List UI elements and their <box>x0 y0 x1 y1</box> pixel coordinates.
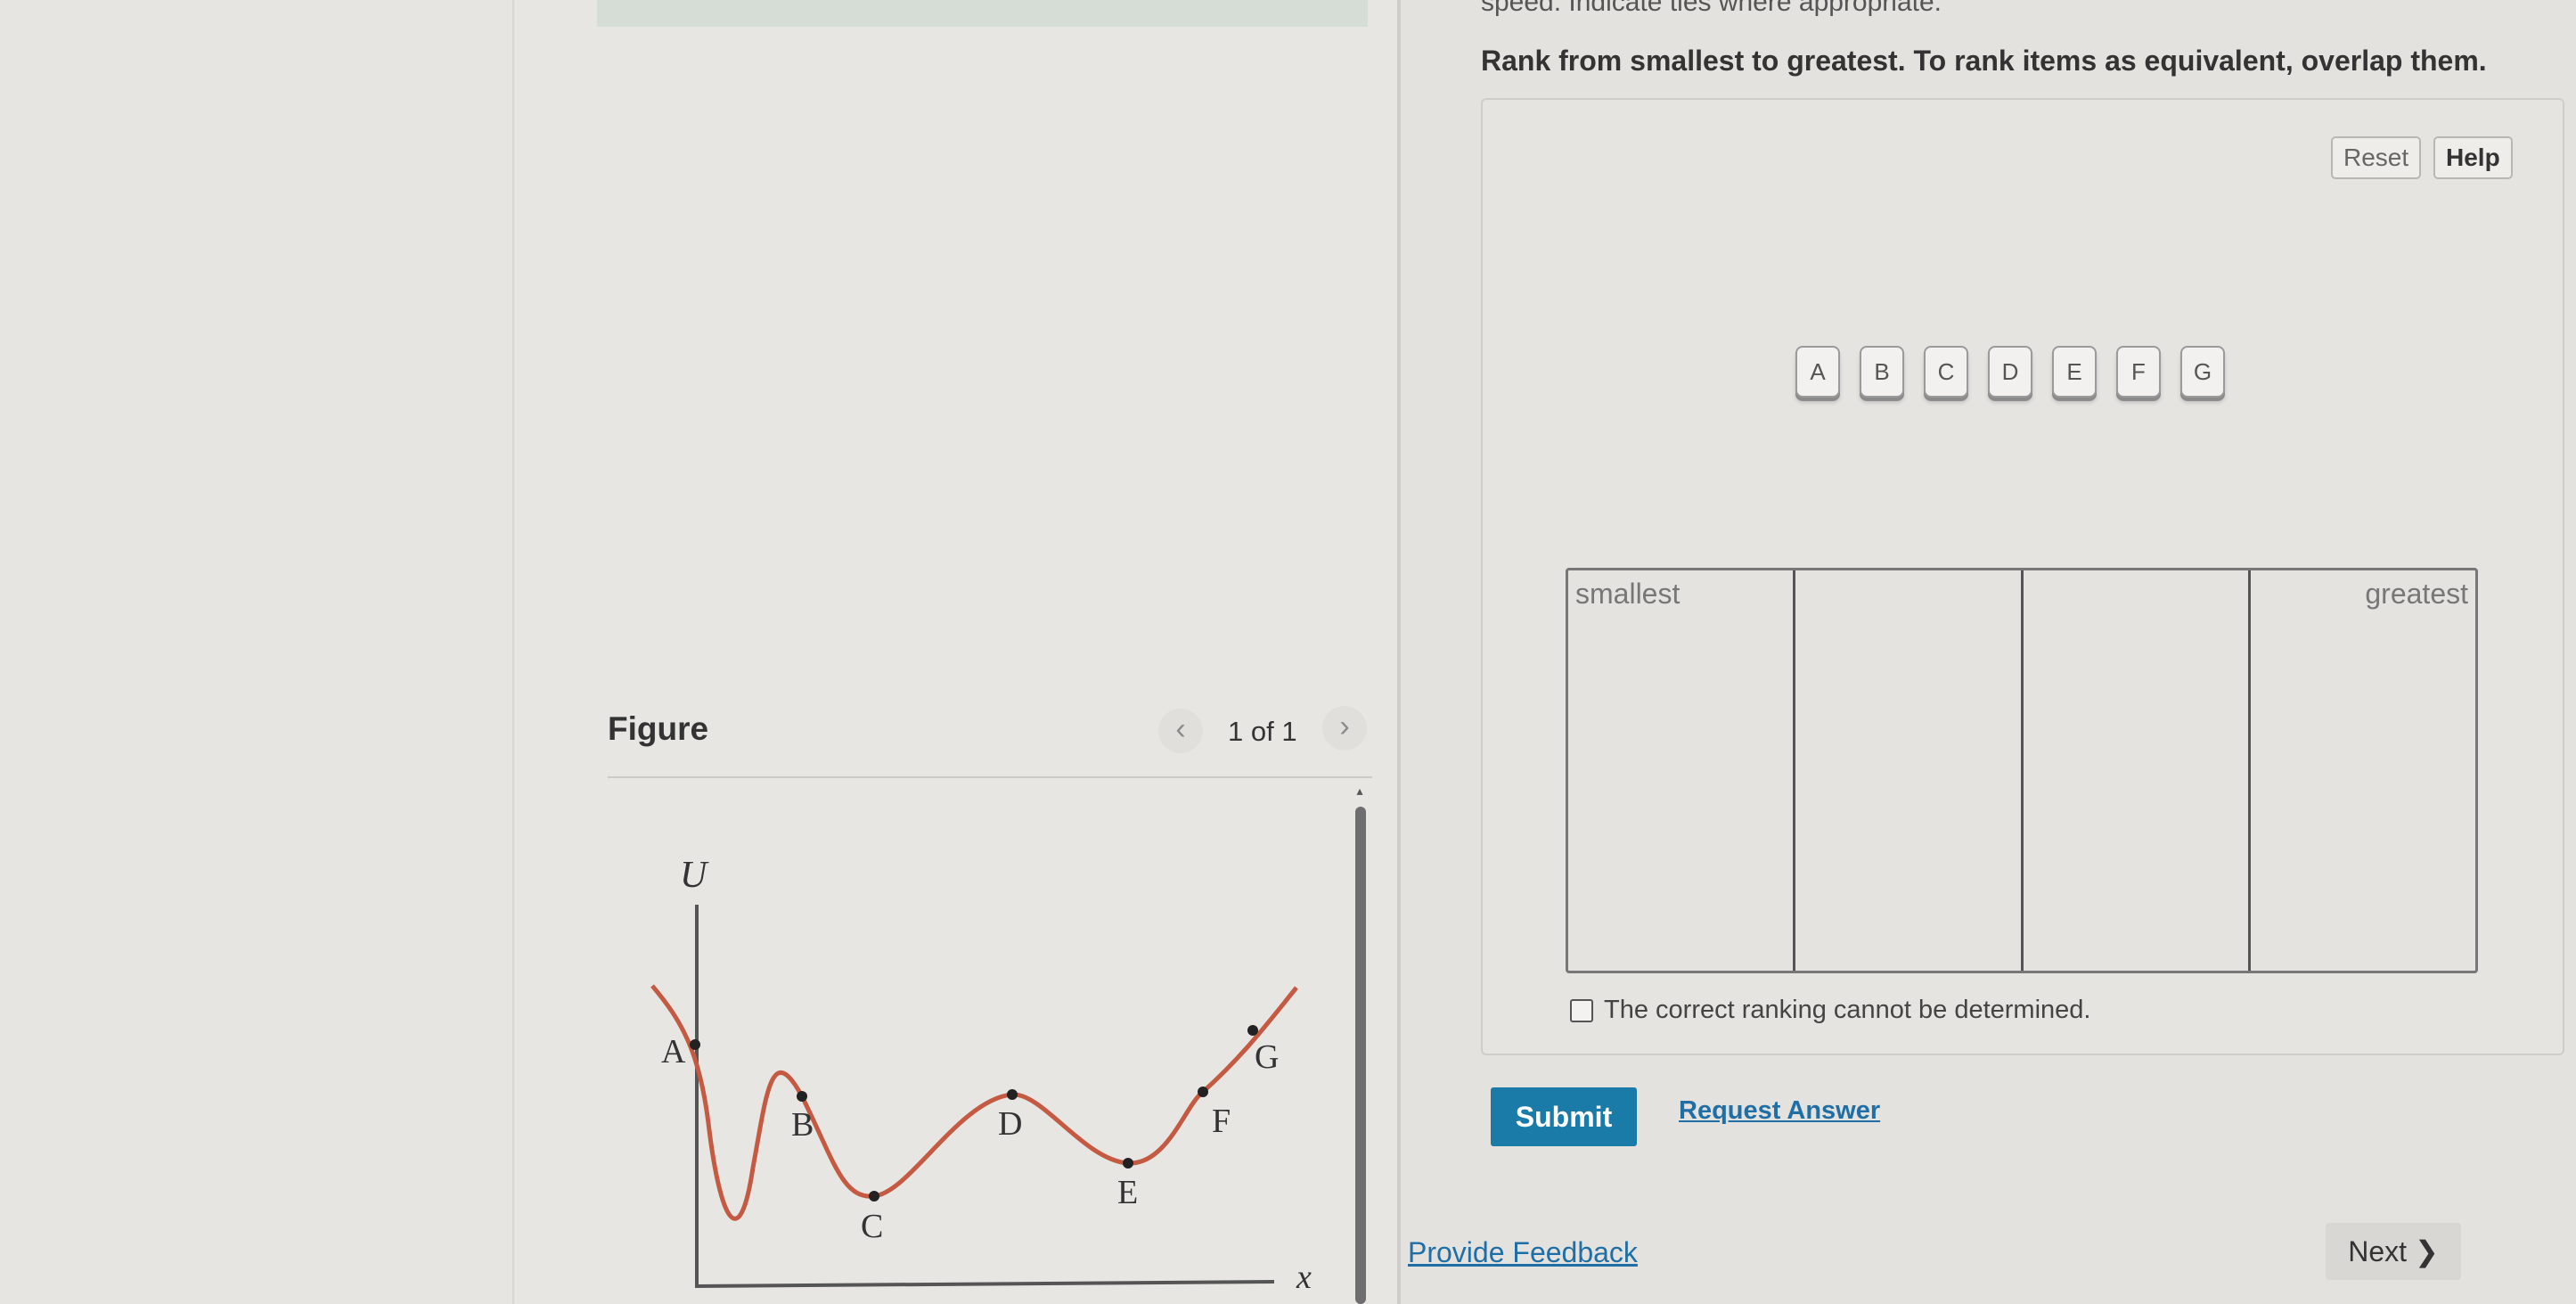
rank-bin-3[interactable] <box>2024 570 2251 971</box>
next-button[interactable]: Next ❯ <box>2326 1223 2461 1280</box>
rank-bin-1[interactable]: smallest <box>1568 570 1796 971</box>
left-blank-panel <box>0 0 514 1304</box>
smallest-label: smallest <box>1575 578 1681 610</box>
scroll-up-arrow-icon[interactable]: ▴ <box>1353 784 1366 797</box>
rank-item-e[interactable]: E <box>2052 346 2097 398</box>
rank-item-a[interactable]: A <box>1795 346 1840 398</box>
point-e-label: E <box>1117 1174 1138 1211</box>
chevron-right-icon: ❯ <box>2414 1235 2439 1267</box>
rank-item-pool: A B C D E F G <box>1795 346 2225 398</box>
provide-feedback-link[interactable]: Provide Feedback <box>1408 1236 1638 1269</box>
greatest-label: greatest <box>2365 578 2468 610</box>
point-f-marker <box>1198 1087 1208 1097</box>
chevron-left-icon: ‹ <box>1175 712 1186 746</box>
x-axis <box>696 1280 1275 1288</box>
point-a-marker <box>690 1039 700 1050</box>
rank-item-b[interactable]: B <box>1860 346 1904 398</box>
x-axis-label: x <box>1296 1259 1312 1296</box>
point-g-label: G <box>1255 1038 1279 1076</box>
top-highlight-bar <box>597 0 1368 27</box>
submit-button[interactable]: Submit <box>1491 1087 1637 1146</box>
point-c-label: C <box>861 1208 883 1245</box>
ranking-instruction: Rank from smallest to greatest. To rank … <box>1481 45 2487 77</box>
potential-energy-curve <box>650 984 1298 1221</box>
question-intro: speed. Indicate ties where appropriate. <box>1481 0 1942 17</box>
point-a-label: A <box>661 1033 686 1070</box>
rank-item-g[interactable]: G <box>2180 346 2225 398</box>
point-d-marker <box>1007 1089 1018 1100</box>
scrollbar-thumb[interactable] <box>1355 807 1366 1304</box>
figure-counter: 1 of 1 <box>1228 716 1297 747</box>
figure-divider <box>608 776 1372 778</box>
point-b-marker <box>797 1091 807 1102</box>
reset-button[interactable]: Reset <box>2331 136 2422 179</box>
rank-item-c[interactable]: C <box>1924 346 1968 398</box>
rank-bin-2[interactable] <box>1795 570 2024 971</box>
cannot-determine-option[interactable]: The correct ranking cannot be determined… <box>1570 996 2090 1025</box>
rank-item-f[interactable]: F <box>2116 346 2161 398</box>
potential-energy-graph: U x A B C D E F G <box>650 855 1312 1296</box>
point-f-label: F <box>1212 1103 1231 1140</box>
point-b-label: B <box>791 1106 814 1144</box>
point-d-label: D <box>998 1105 1022 1143</box>
cannot-determine-label: The correct ranking cannot be determined… <box>1604 996 2091 1024</box>
point-e-marker <box>1123 1158 1133 1169</box>
figure-prev-button[interactable]: ‹ <box>1158 709 1203 753</box>
rank-item-d[interactable]: D <box>1988 346 2032 398</box>
figure-title: Figure <box>608 710 709 747</box>
chevron-right-icon: › <box>1339 709 1350 743</box>
y-axis-label: U <box>680 855 709 896</box>
ranking-bins: smallest greatest <box>1566 568 2478 973</box>
cannot-determine-checkbox[interactable] <box>1570 998 1593 1022</box>
point-g-marker <box>1247 1025 1258 1036</box>
rank-bin-4[interactable]: greatest <box>2251 570 2475 971</box>
help-button[interactable]: Help <box>2433 136 2513 179</box>
request-answer-link[interactable]: Request Answer <box>1679 1096 1880 1126</box>
next-label: Next <box>2348 1235 2408 1267</box>
point-c-marker <box>869 1191 879 1201</box>
panel-divider[interactable] <box>1397 0 1401 1304</box>
figure-next-button[interactable]: › <box>1322 706 1367 750</box>
